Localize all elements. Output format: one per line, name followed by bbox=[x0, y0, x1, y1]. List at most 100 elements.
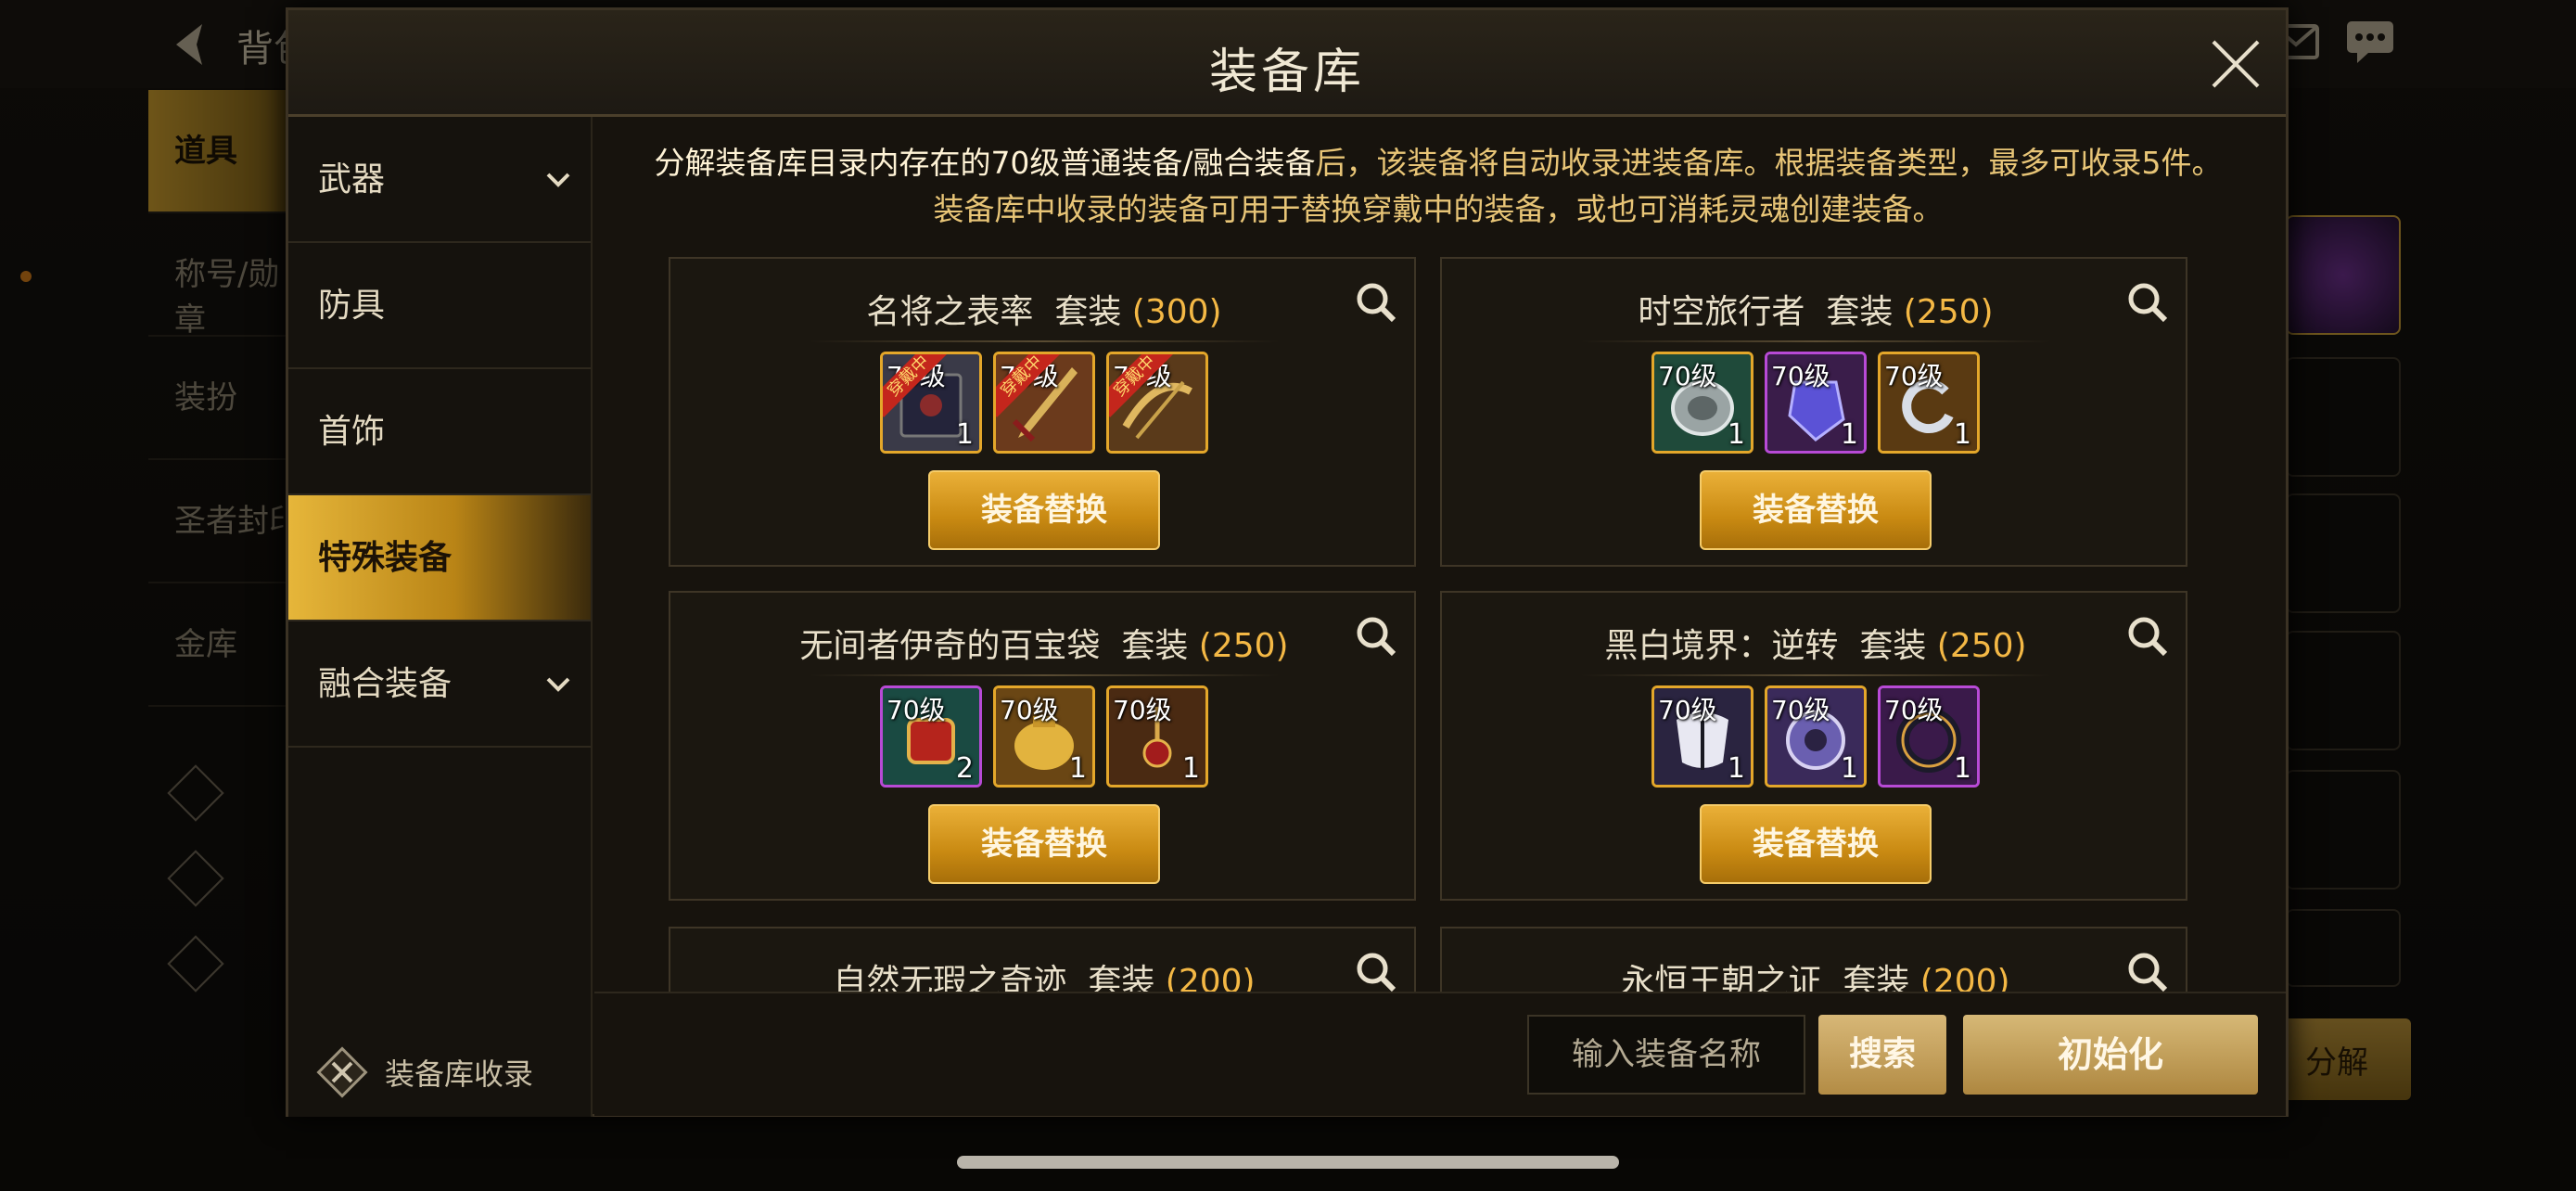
background-filter-row bbox=[167, 846, 224, 911]
equipment-search-input[interactable] bbox=[1527, 1015, 1805, 1095]
item-slot[interactable]: 70级 1 bbox=[993, 685, 1095, 788]
set-title: 永恒王朝之证 套装 (200) bbox=[1442, 954, 2189, 992]
vault-collection-label: 装备库收录 bbox=[385, 1057, 534, 1092]
item-count: 1 bbox=[1181, 752, 1200, 785]
set-suffix: 套装 bbox=[1826, 293, 1894, 331]
modal-header: 装备库 bbox=[288, 10, 2286, 117]
background-item-slot bbox=[2286, 493, 2401, 613]
item-row: 70级 1 70级 1 70级 1 bbox=[1442, 685, 2189, 788]
item-slot[interactable]: 70级 1 bbox=[1651, 352, 1753, 454]
menu-item-armor[interactable]: 防具 bbox=[288, 243, 591, 369]
background-item-slot bbox=[2286, 909, 2401, 987]
close-icon[interactable] bbox=[2208, 36, 2264, 92]
menu-item-fusion-equipment[interactable]: 融合装备 bbox=[288, 621, 591, 748]
home-indicator[interactable] bbox=[957, 1156, 1619, 1169]
set-card: 名将之表率 套装 (300) 70级 1 穿戴中 70级 穿戴中 bbox=[669, 257, 1416, 567]
background-sidebar-item: 称号/勋章 bbox=[148, 213, 306, 339]
item-slot[interactable]: 70级 1 bbox=[1878, 352, 1980, 454]
item-row: 70级 1 穿戴中 70级 穿戴中 70级 穿戴中 bbox=[670, 352, 1418, 454]
search-button[interactable]: 搜索 bbox=[1818, 1015, 1946, 1095]
set-suffix: 套装 bbox=[1121, 627, 1189, 665]
set-suffix: 套装 bbox=[1859, 627, 1927, 665]
item-level: 70级 bbox=[1771, 361, 1830, 391]
magnifier-icon[interactable] bbox=[2124, 279, 2171, 326]
item-count: 1 bbox=[1953, 418, 1971, 451]
item-slot[interactable]: 70级 1 bbox=[1765, 352, 1867, 454]
crossed-swords-icon bbox=[316, 1046, 368, 1098]
chat-icon[interactable] bbox=[2344, 19, 2396, 65]
set-card: 永恒王朝之证 套装 (200) bbox=[1440, 927, 2187, 992]
item-level: 70级 bbox=[886, 695, 946, 725]
item-slot[interactable]: 70级 穿戴中 bbox=[1106, 352, 1208, 454]
set-suffix: 套装 bbox=[1054, 293, 1122, 331]
description-highlight: 分解装备库目录内存在的70级普通装备/融合装备 bbox=[654, 145, 1316, 181]
swap-equipment-button[interactable]: 装备替换 bbox=[928, 804, 1160, 884]
set-name: 自然无瑕之奇迹 bbox=[833, 963, 1067, 992]
item-count: 1 bbox=[1727, 752, 1745, 785]
item-level: 70级 bbox=[1658, 695, 1717, 725]
set-list: 名将之表率 套装 (300) 70级 1 穿戴中 70级 穿戴中 bbox=[669, 257, 2230, 992]
background-item-slot bbox=[2286, 215, 2401, 335]
background-filter-row bbox=[167, 761, 224, 826]
set-name: 时空旅行者 bbox=[1638, 293, 1805, 331]
set-points: (200) bbox=[1919, 963, 2010, 992]
item-level: 70级 bbox=[1884, 695, 1944, 725]
set-title: 黑白境界：逆转 套装 (250) bbox=[1442, 619, 2189, 667]
magnifier-icon[interactable] bbox=[2124, 949, 2171, 992]
filter-icon bbox=[167, 850, 224, 907]
set-name: 无间者伊奇的百宝袋 bbox=[799, 627, 1101, 665]
back-arrow-icon[interactable] bbox=[165, 17, 221, 72]
item-slot[interactable]: 70级 2 bbox=[880, 685, 982, 788]
item-count: 1 bbox=[1953, 752, 1971, 785]
item-slot[interactable]: 70级 穿戴中 bbox=[993, 352, 1095, 454]
magnifier-icon[interactable] bbox=[1353, 949, 1399, 992]
item-slot[interactable]: 70级 1 bbox=[1651, 685, 1753, 788]
set-suffix: 套装 bbox=[1843, 963, 1910, 992]
modal-title: 装备库 bbox=[1208, 45, 1365, 100]
category-menu: 武器 防具 首饰 特殊装备 融合装备 装备库收录 bbox=[288, 117, 593, 1117]
swap-equipment-button[interactable]: 装备替换 bbox=[928, 470, 1160, 550]
background-filter-row bbox=[167, 931, 224, 996]
menu-item-weapon[interactable]: 武器 bbox=[288, 117, 591, 243]
item-row: 70级 2 70级 1 70级 1 bbox=[670, 685, 1418, 788]
magnifier-icon[interactable] bbox=[2124, 613, 2171, 660]
item-count: 1 bbox=[1068, 752, 1087, 785]
magnifier-icon[interactable] bbox=[1353, 279, 1399, 326]
swap-equipment-button[interactable]: 装备替换 bbox=[1700, 470, 1932, 550]
set-points: (200) bbox=[1165, 963, 1256, 992]
item-level: 70级 bbox=[1658, 361, 1717, 391]
reset-button[interactable]: 初始化 bbox=[1963, 1015, 2258, 1095]
set-name: 黑白境界：逆转 bbox=[1604, 627, 1839, 665]
set-suffix: 套装 bbox=[1088, 963, 1155, 992]
item-slot[interactable]: 70级 1 bbox=[1878, 685, 1980, 788]
equipment-vault-modal: 装备库 武器 防具 首饰 特殊装备 融合装备 装备库收录 分解装备库目录内存在的… bbox=[286, 7, 2289, 1117]
decompose-label: 分解 bbox=[2305, 1044, 2368, 1082]
vault-collection-link[interactable]: 装备库收录 bbox=[314, 1044, 533, 1100]
menu-item-special-equipment[interactable]: 特殊装备 bbox=[288, 495, 591, 621]
menu-item-label: 融合装备 bbox=[318, 665, 453, 703]
set-title: 无间者伊奇的百宝袋 套装 (250) bbox=[670, 619, 1418, 667]
item-row: 70级 1 70级 1 70级 1 bbox=[1442, 352, 2189, 454]
description: 分解装备库目录内存在的70级普通装备/融合装备后，该装备将自动收录进装备库。根据… bbox=[591, 140, 2286, 233]
set-points: (250) bbox=[1198, 627, 1289, 665]
menu-item-accessory[interactable]: 首饰 bbox=[288, 369, 591, 495]
swap-equipment-button[interactable]: 装备替换 bbox=[1700, 804, 1932, 884]
item-count: 1 bbox=[955, 418, 974, 451]
divider bbox=[1581, 674, 2050, 676]
menu-item-label: 防具 bbox=[318, 287, 386, 325]
item-count: 1 bbox=[1840, 418, 1858, 451]
filter-icon bbox=[167, 764, 224, 822]
item-slot[interactable]: 70级 1 bbox=[1765, 685, 1867, 788]
magnifier-icon[interactable] bbox=[1353, 613, 1399, 660]
set-name: 永恒王朝之证 bbox=[1621, 963, 1822, 992]
item-slot[interactable]: 70级 1 穿戴中 bbox=[880, 352, 982, 454]
background-sidebar-item: 装扮 bbox=[148, 337, 306, 460]
set-points: (250) bbox=[1936, 627, 2027, 665]
filter-icon bbox=[167, 935, 224, 992]
menu-item-label: 特殊装备 bbox=[318, 539, 453, 577]
background-sidebar: 道具 称号/勋章 装扮 圣者封印 金库 bbox=[148, 90, 306, 711]
item-level: 70级 bbox=[1884, 361, 1944, 391]
item-slot[interactable]: 70级 1 bbox=[1106, 685, 1208, 788]
item-level: 70级 bbox=[1771, 695, 1830, 725]
menu-item-label: 武器 bbox=[318, 160, 386, 198]
